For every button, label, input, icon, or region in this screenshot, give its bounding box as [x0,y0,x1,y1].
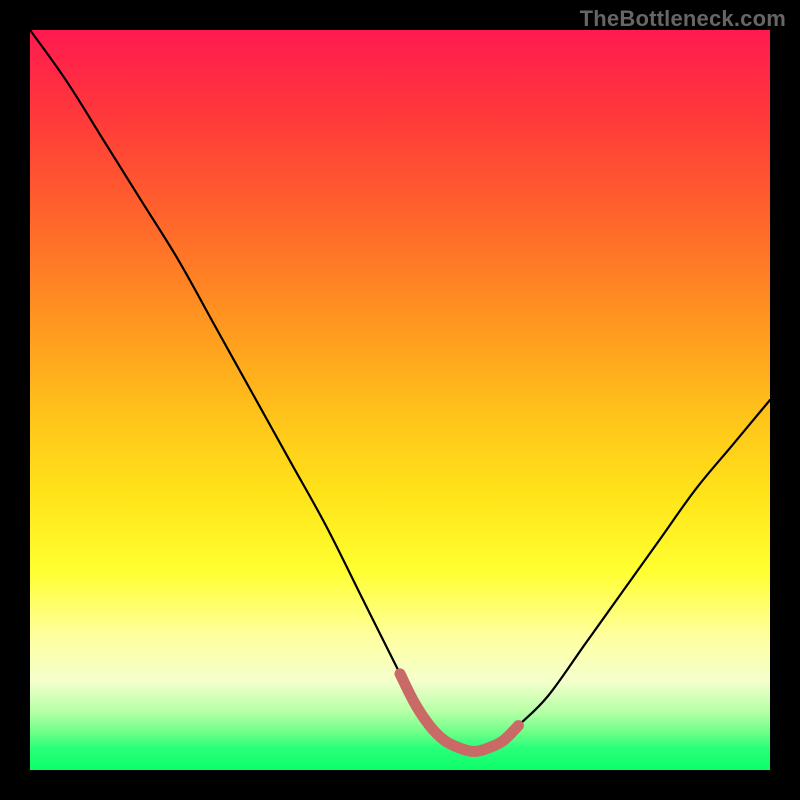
chart-frame: TheBottleneck.com [0,0,800,800]
optimal-region-highlight [400,674,518,752]
bottleneck-curve-path [30,30,770,752]
plot-area [30,30,770,770]
bottleneck-curve-svg [30,30,770,770]
watermark-text: TheBottleneck.com [580,6,786,32]
